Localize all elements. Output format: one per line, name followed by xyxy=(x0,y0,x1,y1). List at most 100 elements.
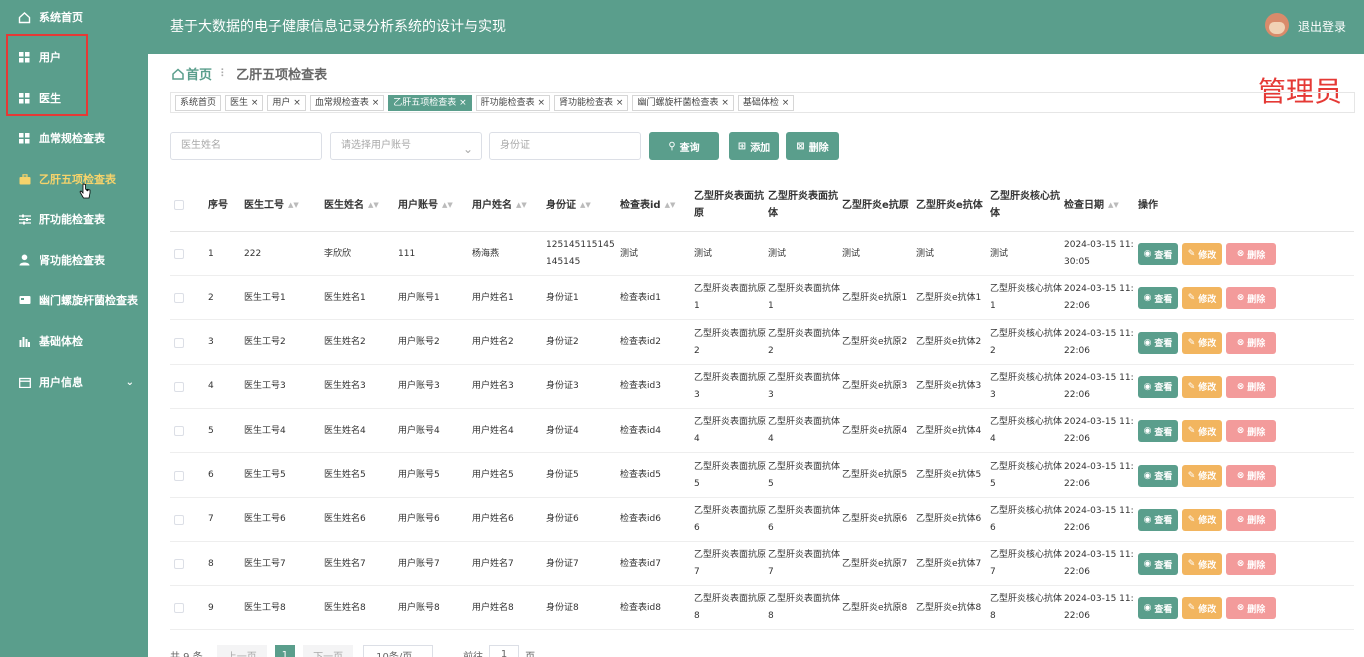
view-button[interactable]: ◉ 查看 xyxy=(1138,464,1178,487)
view-button[interactable]: ◉ 查看 xyxy=(1138,331,1178,354)
doctor-name-input[interactable]: 医生姓名 xyxy=(170,132,322,160)
logout-link[interactable]: 退出登录 xyxy=(1298,18,1346,35)
edit-button[interactable]: ✎ 修改 xyxy=(1182,597,1222,620)
delete-button[interactable]: ⊗ 删除 xyxy=(1226,508,1276,531)
page-1-button[interactable]: 1 xyxy=(274,645,296,657)
view-button[interactable]: ◉ 查看 xyxy=(1138,420,1178,443)
cell-doctor-no: 医生工号3 xyxy=(244,381,286,392)
cell-doctor-name: 医生姓名2 xyxy=(324,337,366,348)
next-page-button[interactable]: 下一页 xyxy=(303,645,354,657)
breadcrumb-home[interactable]: 首页 xyxy=(186,64,212,83)
sidebar-item-home[interactable]: 系统首页 xyxy=(0,2,148,32)
tag-blood-routine[interactable]: 血常规检查表 × xyxy=(309,94,385,111)
id-card-input[interactable]: 身份证 xyxy=(489,132,641,160)
col-exam-date[interactable]: 检查日期 ▲▼ xyxy=(1064,178,1119,232)
cell-hbsag: 测试 xyxy=(694,248,713,259)
col-doctor-name[interactable]: 医生姓名 ▲▼ xyxy=(324,178,379,232)
row-checkbox[interactable] xyxy=(174,498,184,542)
col-exam-id[interactable]: 检查表id ▲▼ xyxy=(620,178,675,232)
sort-icon: ▲▼ xyxy=(288,200,299,209)
edit-button[interactable]: ✎ 修改 xyxy=(1182,331,1222,354)
sort-icon: ▲▼ xyxy=(580,200,591,209)
col-hbsab[interactable]: 乙型肝炎表面抗体 xyxy=(768,178,840,232)
sidebar-item-user-info[interactable]: 用户信息 ⌄ xyxy=(0,367,148,397)
view-button[interactable]: ◉ 查看 xyxy=(1138,243,1178,265)
edit-button[interactable]: ✎ 修改 xyxy=(1182,420,1222,443)
cell-hbeab: 乙型肝炎e抗体8 xyxy=(916,602,982,613)
delete-button[interactable]: ⊗ 删除 xyxy=(1226,553,1276,576)
page-jump-input[interactable]: 1 xyxy=(489,645,520,657)
page-size-select[interactable]: 10条/页 xyxy=(363,645,434,657)
prev-page-button[interactable]: 上一页 xyxy=(216,645,267,657)
col-hbsag[interactable]: 乙型肝炎表面抗原 xyxy=(694,178,766,232)
row-checkbox[interactable] xyxy=(174,365,184,409)
tag-doctor[interactable]: 医生 × xyxy=(225,94,264,111)
view-button[interactable]: ◉ 查看 xyxy=(1138,508,1178,531)
sidebar-item-blood-routine[interactable]: 血常规检查表 xyxy=(0,123,148,153)
view-button[interactable]: ◉ 查看 xyxy=(1138,375,1178,398)
edit-button[interactable]: ✎ 修改 xyxy=(1182,375,1222,398)
delete-button[interactable]: ⊗ 删除 xyxy=(1226,420,1276,443)
sidebar-item-h-pylori[interactable]: 幽门螺旋杆菌检查表 xyxy=(0,285,148,315)
col-doctor-no[interactable]: 医生工号 ▲▼ xyxy=(244,178,299,232)
tag-h-pylori[interactable]: 幽门螺旋杆菌检查表 × xyxy=(632,94,734,111)
delete-button[interactable]: ⊗ 删除 xyxy=(1226,597,1276,620)
row-actions: ◉ 查看 ✎ 修改 ⊗ 删除 xyxy=(1138,454,1280,498)
delete-button[interactable]: ⊗ 删除 xyxy=(1226,375,1276,398)
tag-kidney-function[interactable]: 肾功能检查表 × xyxy=(554,94,629,111)
edit-button[interactable]: ✎ 修改 xyxy=(1182,508,1222,531)
edit-button[interactable]: ✎ 修改 xyxy=(1182,553,1222,576)
query-button[interactable]: ⚲ 查询 xyxy=(649,132,719,160)
row-checkbox[interactable] xyxy=(174,321,184,365)
cell-hbsab: 测试 xyxy=(768,248,787,259)
table-row: 2 医生工号1 医生姓名1 用户账号1 用户姓名1 身份证1 检查表id1 乙型肝炎表面抗原1… xyxy=(170,276,1354,321)
view-button[interactable]: ◉ 查看 xyxy=(1138,287,1178,310)
cell-hbeag: 乙型肝炎e抗原8 xyxy=(842,602,908,613)
edit-button[interactable]: ✎ 修改 xyxy=(1182,243,1222,265)
cell-user-name: 用户姓名6 xyxy=(472,514,514,525)
tag-home[interactable]: 系统首页 xyxy=(175,94,222,111)
top-header: 基于大数据的电子健康信息记录分析系统的设计与实现 退出登录 xyxy=(148,0,1364,54)
row-checkbox[interactable] xyxy=(174,542,184,586)
delete-button[interactable]: ⊗ 删除 xyxy=(1226,464,1276,487)
batch-delete-button[interactable]: ⊠ 删除 xyxy=(786,132,839,160)
page-unit-label: 页 xyxy=(525,651,536,657)
add-button[interactable]: ⊞ 添加 xyxy=(729,132,779,160)
sidebar-item-basic-exam[interactable]: 基础体检 xyxy=(0,326,148,356)
delete-button[interactable]: ⊗ 删除 xyxy=(1226,331,1276,354)
view-button[interactable]: ◉ 查看 xyxy=(1138,597,1178,620)
cell-hbsag: 乙型肝炎表面抗原4 xyxy=(694,417,766,445)
row-checkbox[interactable] xyxy=(174,454,184,498)
sidebar-item-hepatitis-b[interactable]: 乙肝五项检查表 xyxy=(0,164,148,194)
col-user-account[interactable]: 用户账号 ▲▼ xyxy=(398,178,453,232)
select-all-checkbox[interactable] xyxy=(174,178,184,232)
col-hbcab[interactable]: 乙型肝炎核心抗体 xyxy=(990,178,1062,232)
tag-basic-exam[interactable]: 基础体检 × xyxy=(737,94,795,111)
tag-users[interactable]: 用户 × xyxy=(267,94,306,111)
sidebar-item-label: 系统首页 xyxy=(39,11,83,24)
col-hbeab[interactable]: 乙型肝炎e抗体 xyxy=(916,178,988,232)
cell-hbcab: 乙型肝炎核心抗体2 xyxy=(990,328,1062,356)
tag-hepatitis-b[interactable]: 乙肝五项检查表 × xyxy=(388,94,472,111)
row-checkbox[interactable] xyxy=(174,586,184,630)
col-id-card[interactable]: 身份证 ▲▼ xyxy=(546,178,591,232)
edit-button[interactable]: ✎ 修改 xyxy=(1182,464,1222,487)
pagination: 共 9 条 上一页 1 下一页 10条/页 前往 1 页 xyxy=(170,645,535,657)
avatar[interactable] xyxy=(1265,13,1289,37)
cell-hbeag: 乙型肝炎e抗原1 xyxy=(842,292,908,303)
sidebar-item-liver-function[interactable]: 肝功能检查表 xyxy=(0,204,148,234)
col-user-name[interactable]: 用户姓名 ▲▼ xyxy=(472,178,527,232)
tag-liver-function[interactable]: 肝功能检查表 × xyxy=(475,94,551,111)
view-button[interactable]: ◉ 查看 xyxy=(1138,553,1178,576)
sort-icon: ▲▼ xyxy=(1108,200,1119,209)
delete-button[interactable]: ⊗ 删除 xyxy=(1226,287,1276,310)
col-hbeag[interactable]: 乙型肝炎e抗原 xyxy=(842,178,914,232)
edit-button[interactable]: ✎ 修改 xyxy=(1182,287,1222,310)
delete-button[interactable]: ⊗ 删除 xyxy=(1226,243,1276,265)
row-checkbox[interactable] xyxy=(174,232,184,276)
user-account-select[interactable]: 请选择用户账号 xyxy=(330,132,482,162)
eye-icon: ◉ xyxy=(1143,426,1152,437)
row-checkbox[interactable] xyxy=(174,276,184,320)
sidebar-item-kidney-function[interactable]: 肾功能检查表 xyxy=(0,245,148,275)
row-checkbox[interactable] xyxy=(174,409,184,453)
